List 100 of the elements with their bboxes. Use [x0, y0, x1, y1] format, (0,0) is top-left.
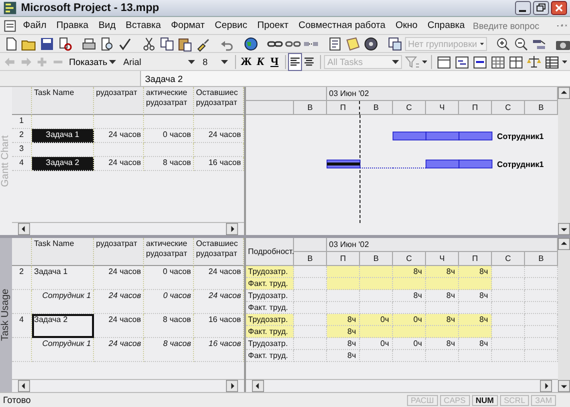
menu-item[interactable]: Файл [19, 19, 50, 32]
scroll-up-button[interactable] [558, 238, 570, 250]
help-search-field[interactable]: Введите вопрос [470, 18, 555, 33]
view-label: Gantt Chart [0, 134, 12, 189]
work-cell: 24 часов [94, 266, 144, 290]
work-value-cell: 8ч [426, 314, 459, 326]
close-button[interactable] [551, 1, 567, 15]
column-header[interactable]: актические рудозатрат [144, 238, 194, 266]
task-name-cell[interactable]: Задача 2 [32, 314, 94, 338]
note-icon[interactable] [345, 36, 361, 52]
remaining-work-cell [194, 143, 244, 157]
work-value-cell: 8ч [426, 338, 459, 350]
menu-item[interactable]: Совместная работа [294, 19, 390, 32]
timescale-day: В [294, 252, 327, 266]
entry-field[interactable]: Задача 2 [141, 71, 570, 86]
row-number: 2 [12, 266, 32, 290]
work-value-cell [492, 302, 525, 314]
underline-button[interactable]: Ч [268, 54, 281, 70]
font-dropdown[interactable]: Arial [120, 54, 198, 68]
calendar-view-icon[interactable] [436, 54, 452, 70]
scroll-down-button[interactable] [558, 380, 570, 392]
menu-item[interactable]: Формат [166, 19, 209, 32]
table-icon[interactable] [544, 54, 560, 70]
column-header[interactable]: Task Name [32, 238, 94, 266]
task-name-cell[interactable]: Задача 2 [32, 157, 94, 171]
scroll-down-button[interactable] [558, 223, 570, 235]
work-value-cell: 8ч [459, 290, 492, 302]
caret-icon [480, 42, 484, 46]
menu-item[interactable]: Окно [391, 19, 422, 32]
scroll-up-button[interactable] [558, 87, 570, 99]
work-value-cell: 8ч [393, 266, 426, 278]
menu-item[interactable]: Правка [52, 19, 92, 32]
scroll-right-button[interactable] [540, 380, 552, 392]
actual-work-cell: 0 часов [144, 129, 194, 143]
font-size-dropdown[interactable]: 8 [200, 54, 232, 68]
work-value-cell [360, 290, 393, 302]
row-number [12, 290, 32, 314]
scales-icon[interactable] [526, 54, 542, 70]
menu-item[interactable]: Вставка [122, 19, 165, 32]
print-preview-icon[interactable] [99, 36, 115, 52]
minimize-button[interactable] [515, 1, 531, 15]
copy-picture-icon[interactable] [387, 36, 403, 52]
column-header[interactable]: Оставшиес рудозатрат [194, 87, 244, 115]
scissors-icon[interactable] [141, 36, 157, 52]
work-value-cell [393, 350, 426, 362]
network-view-icon[interactable] [472, 54, 488, 70]
bold-button[interactable]: Ж [240, 54, 252, 70]
work-value-cell: 0ч [393, 314, 426, 326]
work-value-cell [492, 338, 525, 350]
task-name-cell[interactable]: Сотрудник 1 [32, 290, 94, 314]
zoom-out-icon[interactable] [513, 36, 529, 52]
printer-icon[interactable] [81, 36, 97, 52]
remaining-work-cell: 16 часов [194, 157, 244, 171]
zoom-in-icon[interactable] [495, 36, 511, 52]
show-button[interactable]: Показать [67, 54, 118, 70]
italic-button[interactable]: К [254, 54, 266, 70]
caret-icon [392, 60, 399, 64]
work-value-cell [426, 350, 459, 362]
scroll-left-button[interactable] [252, 380, 264, 392]
caret-icon [188, 60, 195, 64]
globe-icon[interactable] [243, 36, 259, 52]
info-sheet-icon[interactable] [327, 36, 343, 52]
column-header[interactable]: Оставшиес рудозатрат [194, 238, 244, 266]
document-search-icon[interactable] [57, 36, 73, 52]
task-name-cell[interactable]: Задача 1 [32, 129, 94, 143]
column-header[interactable]: Task Name [32, 87, 94, 115]
column-header[interactable]: актические рудозатрат [144, 87, 194, 115]
work-value-cell [294, 350, 327, 362]
align-left-icon[interactable] [289, 54, 302, 70]
work-value-cell: 8ч [459, 314, 492, 326]
menu-item[interactable]: Вид [94, 19, 120, 32]
work-value-cell [360, 350, 393, 362]
restore-button[interactable] [533, 1, 549, 15]
timescale-day: П [459, 101, 492, 115]
work-value-cell [294, 302, 327, 314]
menu-item[interactable]: Справка [424, 19, 469, 32]
task-name-cell[interactable]: Задача 1 [32, 266, 94, 290]
task-name-cell[interactable]: Сотрудник 1 [32, 338, 94, 362]
status-indicator: NUM [472, 394, 498, 406]
menu-item[interactable]: Сервис [210, 19, 252, 32]
work-value-cell: 0ч [360, 338, 393, 350]
scroll-left-button[interactable] [18, 223, 30, 235]
actual-work-cell: 8 часов [144, 314, 194, 338]
usage-grid-icon[interactable] [490, 54, 506, 70]
task-bar[interactable] [426, 132, 460, 140]
timescale-day: С [393, 252, 426, 266]
scroll-left-button[interactable] [18, 380, 30, 392]
column-header[interactable]: рудозатрат [94, 87, 144, 115]
scroll-right-button[interactable] [226, 223, 238, 235]
paste-icon[interactable] [177, 36, 193, 52]
menu-item[interactable]: Проект [253, 19, 293, 32]
resource-label: Сотрудник1 [497, 132, 544, 141]
copy-icon[interactable] [159, 36, 175, 52]
scroll-right-button[interactable] [226, 380, 238, 392]
timescale-day: Ч [426, 101, 459, 115]
gantt-view-icon[interactable] [454, 54, 470, 70]
column-header[interactable]: рудозатрат [94, 238, 144, 266]
work-value-cell [492, 290, 525, 302]
save-icon[interactable] [39, 36, 55, 52]
sheet-view-icon[interactable] [508, 54, 524, 70]
